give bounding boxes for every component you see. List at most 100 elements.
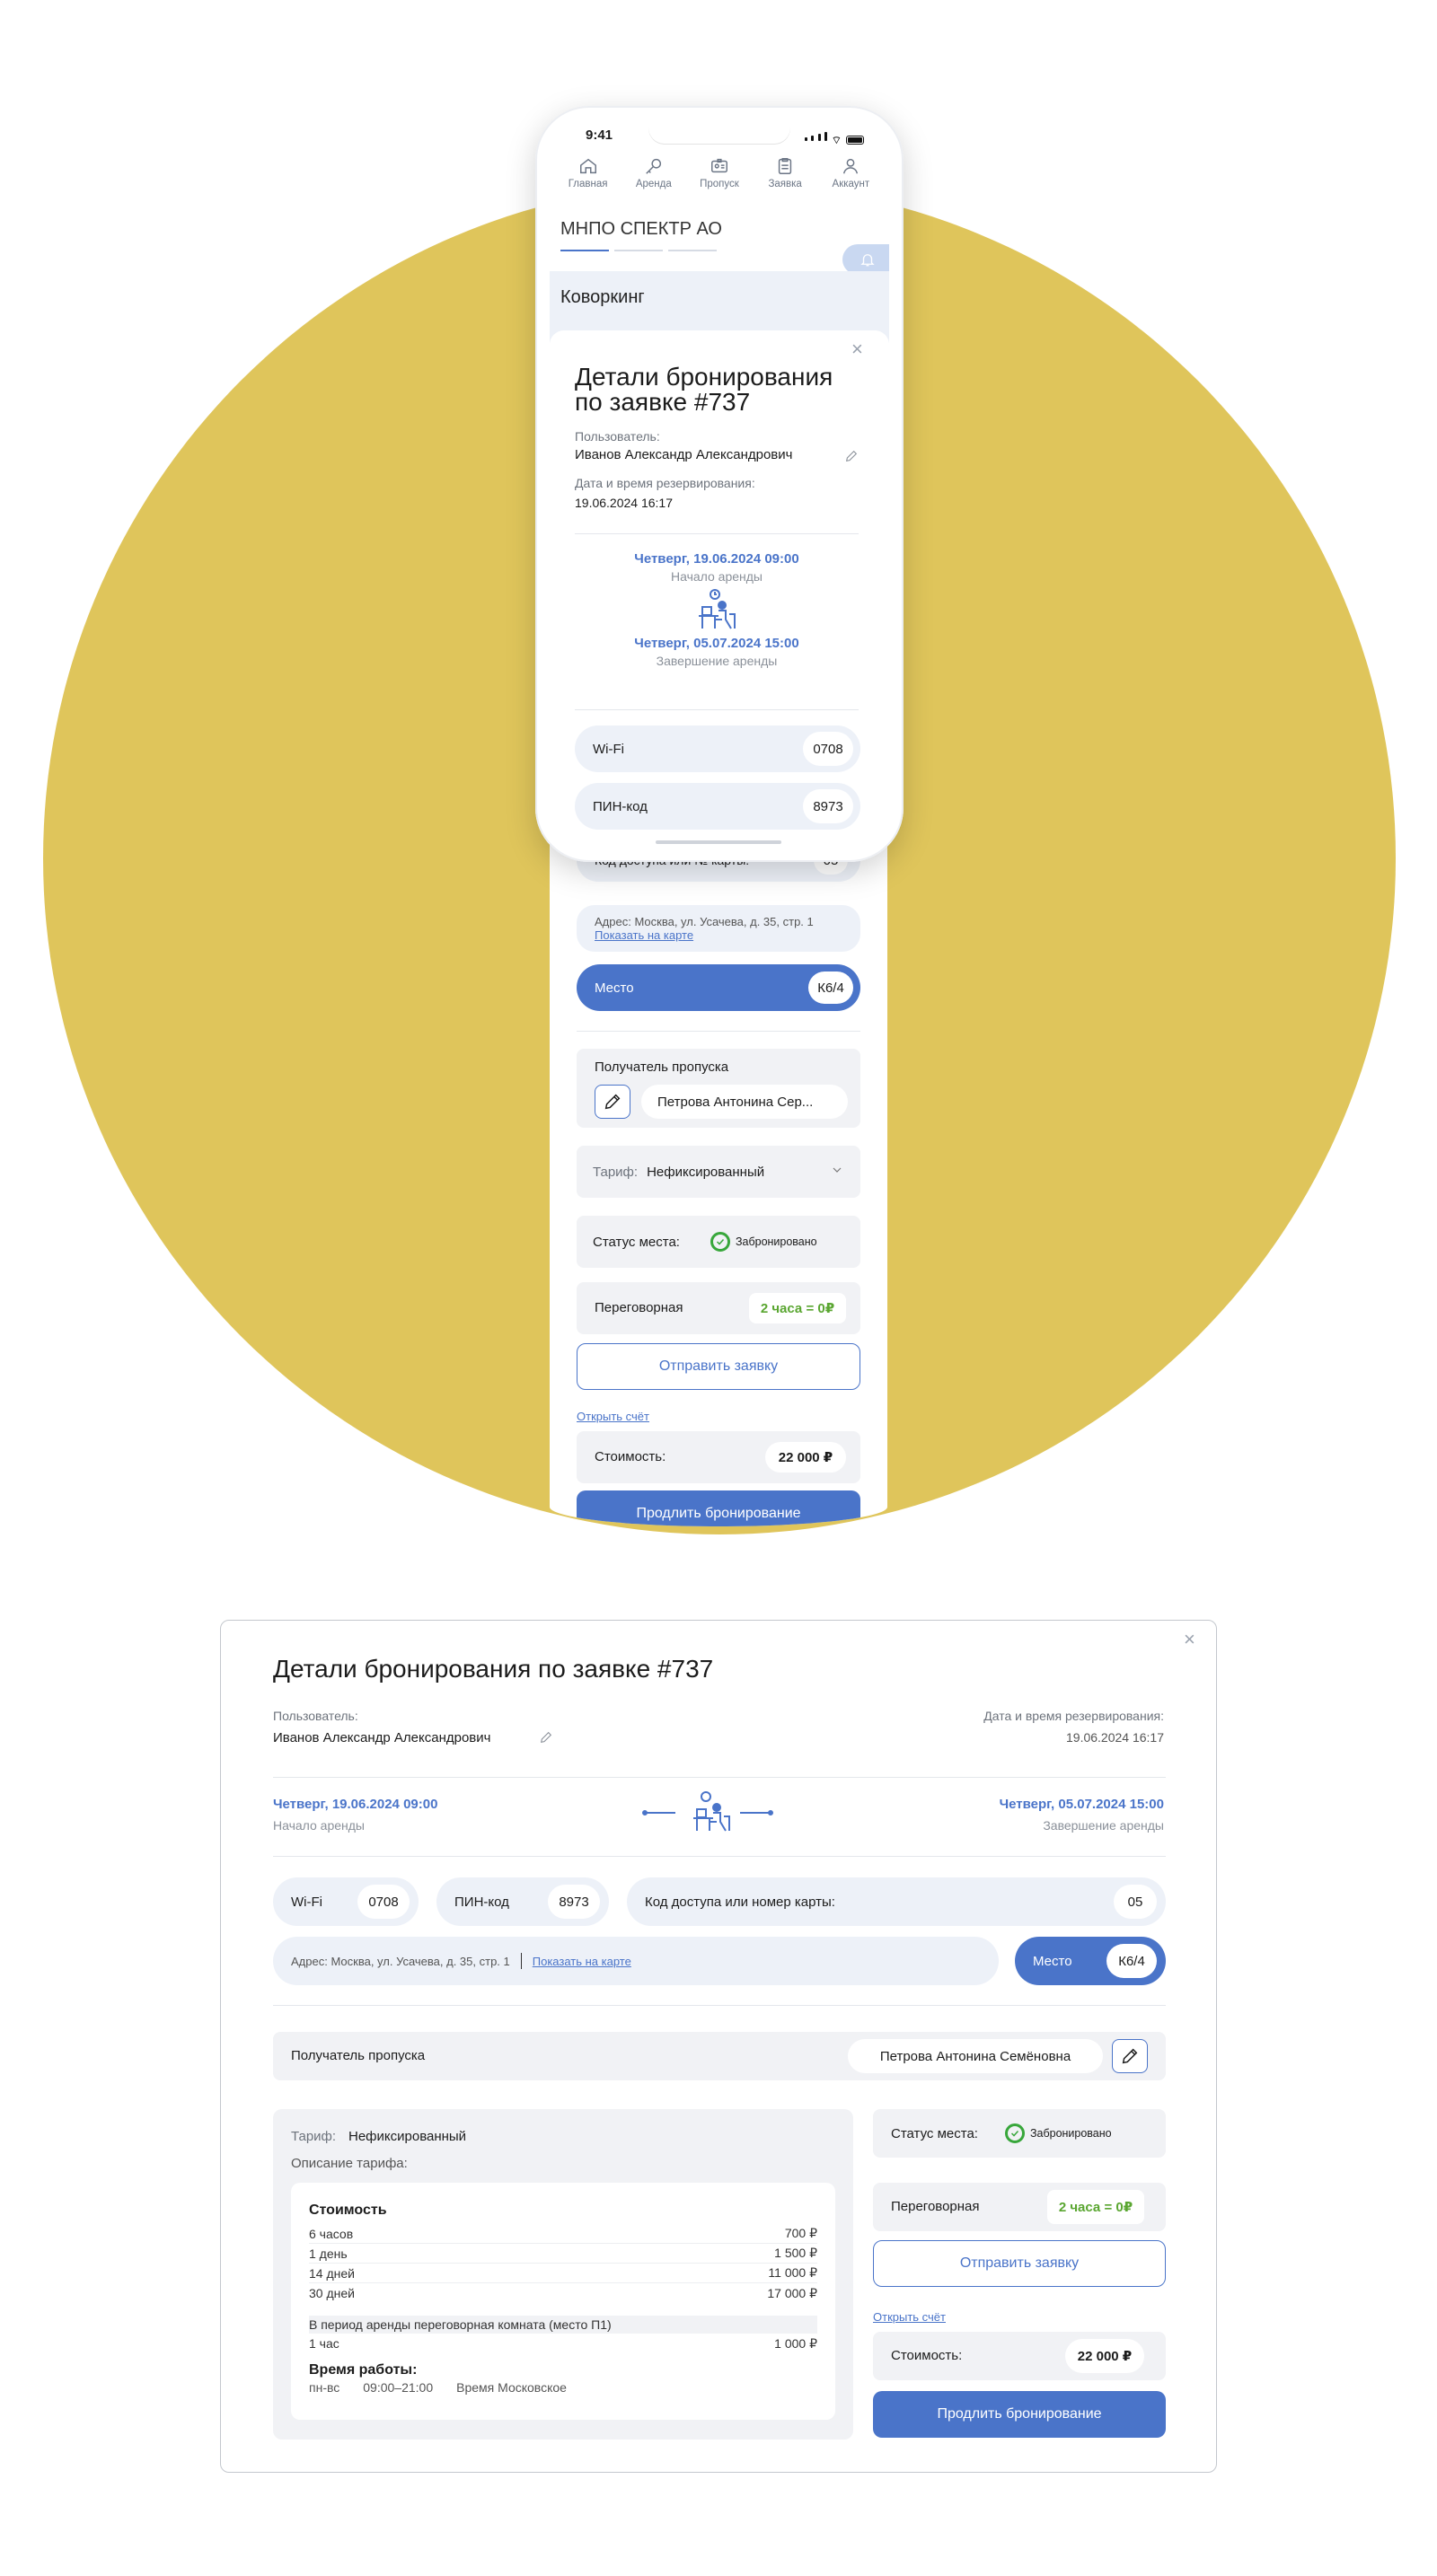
meeting-room-value: 2 часа = 0₽	[749, 1293, 846, 1323]
nav-label: Аккаунт	[832, 179, 870, 189]
divider	[273, 1856, 1166, 1857]
start-label: Начало аренды	[273, 1818, 365, 1833]
show-on-map-link[interactable]: Показать на карте	[533, 1955, 631, 1968]
price-row: 6 часов 700 ₽	[309, 2224, 817, 2244]
company-tab[interactable]	[668, 250, 717, 251]
tariff-panel: Тариф: Нефиксированный Описание тарифа: …	[273, 2109, 853, 2440]
edit-user-button[interactable]	[539, 1730, 553, 1749]
meeting-note: В период аренды переговорная комната (ме…	[309, 2316, 817, 2334]
nav-item-account[interactable]: Аккаунт	[823, 156, 878, 189]
send-request-button[interactable]: Отправить заявку	[577, 1343, 860, 1390]
price-value: 17 000 ₽	[767, 2285, 817, 2300]
clipboard-icon	[779, 158, 792, 174]
bell-icon	[860, 254, 875, 267]
pass-recipient-label: Получатель пропуска	[291, 2048, 426, 2063]
divider	[577, 1031, 860, 1032]
chevron-down-icon	[830, 1163, 844, 1182]
open-invoice-link[interactable]: Открыть счёт	[873, 2310, 946, 2324]
company-tabs	[560, 250, 717, 251]
close-icon[interactable]: ×	[851, 339, 863, 359]
user-label: Пользователь:	[575, 429, 660, 444]
place-pill: Место К6/4	[1015, 1937, 1166, 1985]
meeting-price-row: 1 час 1 000 ₽	[309, 2334, 817, 2353]
wifi-pill: Wi-Fi 0708	[273, 1877, 419, 1926]
company-tab[interactable]	[614, 250, 663, 251]
end-label: Завершение аренды	[656, 654, 778, 668]
tariff-value: Нефиксированный	[647, 1164, 765, 1180]
divider	[575, 709, 859, 710]
wifi-label: Wi-Fi	[291, 1894, 322, 1910]
system-icons: ⌔	[805, 129, 864, 145]
workspace-icon	[575, 584, 859, 636]
edit-user-button[interactable]	[844, 449, 859, 468]
cost-label: Стоимость:	[595, 1449, 666, 1464]
work-time: 09:00–21:00	[363, 2380, 434, 2395]
divider	[575, 533, 859, 534]
show-on-map-link[interactable]: Показать на карте	[595, 928, 693, 942]
address-text: Адрес: Москва, ул. Усачева, д. 35, стр. …	[595, 915, 814, 928]
wifi-pill: Wi-Fi 0708	[575, 725, 860, 772]
notifications-button[interactable]	[842, 244, 889, 275]
extend-booking-button[interactable]: Продлить бронирование	[577, 1490, 860, 1526]
nav-item-pass[interactable]: Пропуск	[692, 156, 747, 189]
place-status-value: Забронировано	[735, 1235, 817, 1248]
status-badge: Забронировано	[1004, 2123, 1112, 2143]
phone-scroll-continuation: Код доступа или № карты: 05 Адрес: Москв…	[550, 808, 887, 1526]
pass-recipient-value: Петрова Антонина Сер...	[641, 1085, 848, 1119]
close-icon[interactable]: ×	[1184, 1630, 1195, 1649]
pin-value: 8973	[548, 1885, 600, 1919]
pin-pill: ПИН-код 8973	[436, 1877, 609, 1926]
rental-period: Четверг, 19.06.2024 09:00 Начало аренды …	[575, 551, 859, 668]
workspace-icon	[641, 1788, 803, 1838]
pass-recipient-label: Получатель пропуска	[595, 1059, 729, 1075]
divider	[273, 2005, 1166, 2006]
notch	[648, 119, 790, 144]
meeting-room-box: Переговорная 2 часа = 0₽	[873, 2183, 1166, 2231]
home-icon	[579, 158, 596, 174]
battery-icon	[846, 136, 864, 145]
user-icon	[843, 158, 859, 174]
price-period: 1 день	[309, 2246, 348, 2261]
price-row: 1 день 1 500 ₽	[309, 2244, 817, 2264]
price-value: 700 ₽	[784, 2226, 817, 2240]
nav-item-request[interactable]: Заявка	[757, 156, 813, 189]
company-tab-active[interactable]	[560, 250, 609, 251]
cost-value: 22 000 ₽	[1065, 2339, 1144, 2373]
place-status-box: Статус места: Забронировано	[577, 1216, 860, 1268]
extend-booking-button[interactable]: Продлить бронирование	[873, 2391, 1166, 2438]
check-icon	[1004, 2123, 1025, 2143]
place-pill: Место К6/4	[577, 964, 860, 1011]
tariff-select[interactable]: Тариф: Нефиксированный	[577, 1146, 860, 1198]
price-list: Стоимость 6 часов 700 ₽ 1 день 1 500 ₽ 14 …	[309, 2202, 817, 2395]
meeting-room-label: Переговорная	[891, 2199, 980, 2214]
nav-label: Пропуск	[700, 179, 739, 189]
price-period: 14 дней	[309, 2265, 355, 2281]
signal-icon	[805, 129, 827, 145]
price-row: 30 дней 17 000 ₽	[309, 2283, 817, 2303]
place-status-label: Статус места:	[891, 2125, 978, 2141]
price-value: 1 000 ₽	[774, 2335, 817, 2351]
nav-item-rent[interactable]: Аренда	[626, 156, 682, 189]
cost-box: Стоимость: 22 000 ₽	[873, 2332, 1166, 2380]
meeting-room-label: Переговорная	[595, 1300, 683, 1315]
section-title: Коворкинг	[560, 287, 645, 307]
cost-section-title: Стоимость	[309, 2202, 387, 2218]
dialog-title: Детали бронирования по заявке #737	[575, 363, 833, 416]
pencil-icon	[604, 1094, 621, 1110]
tariff-description-label: Описание тарифа:	[291, 2156, 408, 2171]
price-period: 1 час	[309, 2336, 339, 2351]
end-date: Четверг, 05.07.2024 15:00	[999, 1797, 1164, 1812]
edit-recipient-button[interactable]	[595, 1085, 630, 1119]
tariff-description: Стоимость 6 часов 700 ₽ 1 день 1 500 ₽ 14 …	[291, 2183, 835, 2420]
reservation-value: 19.06.2024 16:17	[1066, 1730, 1164, 1745]
open-invoice-link[interactable]: Открыть счёт	[577, 1410, 649, 1423]
phone-screen: 9:41 ⌔ Главная Аренда Пропуск Заявка Акк…	[550, 119, 889, 849]
pencil-icon	[845, 450, 858, 462]
pencil-icon	[540, 1731, 552, 1744]
pin-label: ПИН-код	[593, 798, 648, 814]
send-request-button[interactable]: Отправить заявку	[873, 2240, 1166, 2287]
reservation-label: Дата и время резервирования:	[575, 476, 755, 490]
company-name[interactable]: МНПО СПЕКТР АО	[560, 219, 722, 240]
nav-item-home[interactable]: Главная	[560, 156, 616, 189]
edit-recipient-button[interactable]	[1112, 2039, 1148, 2073]
